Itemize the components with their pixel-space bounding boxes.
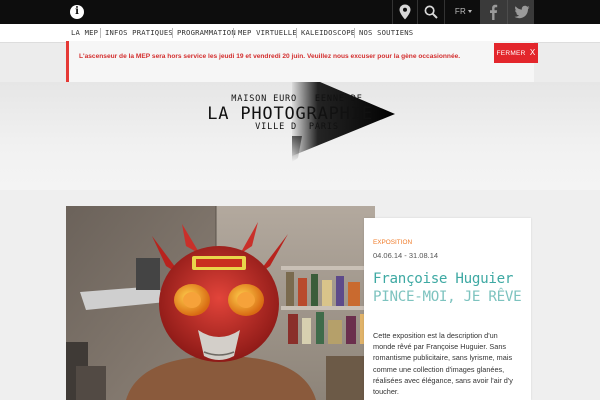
topbar-divider bbox=[444, 0, 445, 24]
nav-divider bbox=[296, 28, 297, 38]
feature-title[interactable]: Françoise Huguier bbox=[373, 270, 529, 288]
nav-divider bbox=[172, 28, 173, 38]
exhibition-image bbox=[66, 206, 375, 400]
nav-item-mep-virtuelle[interactable]: MEP VIRTUELLE bbox=[238, 24, 297, 42]
feature-dates: 04.06.14 - 31.08.14 bbox=[373, 251, 439, 260]
nav-divider bbox=[233, 28, 234, 38]
topbar-divider bbox=[392, 0, 393, 24]
twitter-icon bbox=[514, 5, 530, 19]
feature-card[interactable]: EXPOSITION 04.06.14 - 31.08.14 Françoise… bbox=[364, 218, 531, 400]
nav-item-programmation[interactable]: PROGRAMMATION bbox=[177, 24, 236, 42]
facebook-icon bbox=[490, 4, 498, 20]
nav-divider bbox=[354, 28, 355, 38]
alert-banner: L'ascenseur de la MEP sera hors service … bbox=[66, 41, 538, 82]
nav-item-kaleidoscope[interactable]: KALEIDOSCOPE bbox=[301, 24, 355, 42]
info-icon[interactable]: i bbox=[70, 5, 84, 19]
logo-line-2: LA PHOTOGRAPHIE bbox=[207, 104, 373, 124]
facebook-button[interactable] bbox=[480, 0, 507, 24]
nav-item-la-mep[interactable]: LA MEP bbox=[71, 24, 98, 42]
alert-message: L'ascenseur de la MEP sera hors service … bbox=[79, 53, 461, 60]
feature-description: Cette exposition est la description d'un… bbox=[373, 331, 513, 397]
top-bar: i FR bbox=[0, 0, 600, 24]
nav-divider bbox=[100, 28, 101, 38]
feature-category: EXPOSITION bbox=[373, 239, 413, 246]
mep-logo[interactable]: MAISON EURO EENNE DE LA PHOTOGRAPHIE VIL… bbox=[200, 82, 410, 190]
language-select[interactable]: FR bbox=[447, 0, 480, 24]
featured-photo[interactable] bbox=[66, 206, 375, 400]
chevron-down-icon bbox=[468, 9, 473, 13]
map-pin-icon[interactable] bbox=[398, 4, 412, 20]
close-label: FERMER bbox=[496, 50, 526, 57]
nav-item-infos-pratiques[interactable]: INFOS PRATIQUES bbox=[105, 24, 173, 42]
nav-item-nos-soutiens[interactable]: NOS SOUTIENS bbox=[359, 24, 413, 42]
featured-section: EXPOSITION 04.06.14 - 31.08.14 Françoise… bbox=[0, 190, 600, 400]
search-icon[interactable] bbox=[424, 5, 438, 19]
language-label: FR bbox=[454, 7, 467, 16]
close-alert-button[interactable]: FERMER X bbox=[494, 43, 538, 63]
twitter-button[interactable] bbox=[507, 0, 534, 24]
close-icon: X bbox=[529, 48, 536, 57]
feature-subtitle[interactable]: PINCE-MOI, JE RÊVE bbox=[373, 288, 529, 306]
hero-banner: MAISON EURO EENNE DE LA PHOTOGRAPHIE VIL… bbox=[0, 82, 600, 190]
topbar-divider bbox=[417, 0, 418, 24]
logo-line-3: VILLE D PARIS bbox=[255, 122, 339, 132]
logo-line-1: MAISON EURO EENNE DE bbox=[231, 94, 363, 104]
